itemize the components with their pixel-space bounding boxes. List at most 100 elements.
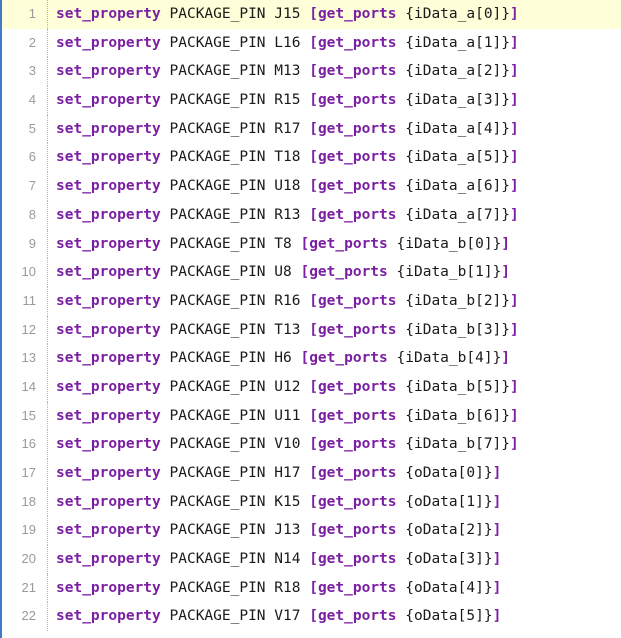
brace-close: } [483,493,493,510]
brace-open: { [405,608,414,625]
line-number: 13 [21,350,36,366]
line-code: set_property PACKAGE_PIN R13 [get_ports … [56,201,519,230]
brace-open: { [405,579,414,596]
function-keyword: get_ports [309,350,388,367]
code-line[interactable]: 19 set_property PACKAGE_PIN J13 [get_por… [2,516,621,546]
line-code: set_property PACKAGE_PIN U18 [get_ports … [56,172,519,201]
line-code: set_property PACKAGE_PIN V17 [get_ports … [56,602,501,631]
line-code: set_property PACKAGE_PIN R16 [get_ports … [56,287,519,316]
bracket-open: [ [309,149,318,166]
function-keyword: get_ports [317,321,397,338]
property-name: PACKAGE_PIN [169,292,266,309]
command-keyword: set_property [56,92,161,109]
code-line[interactable]: 1 set_property PACKAGE_PIN J15 [get_port… [2,0,621,29]
brace-close: } [483,522,493,539]
property-name: PACKAGE_PIN [169,321,266,338]
command-keyword: set_property [56,350,161,367]
command-keyword: set_property [56,178,161,195]
port-name: iData_a[0] [413,6,502,22]
property-name: PACKAGE_PIN [169,551,266,568]
bracket-open: [ [309,436,318,453]
bracket-open: [ [300,235,310,252]
pin-name: H6 [274,350,292,367]
brace-close: } [483,551,493,568]
line-number: 2 [28,34,36,50]
code-line[interactable]: 20 set_property PACKAGE_PIN N14 [get_por… [2,545,621,574]
code-line[interactable]: 22 set_property PACKAGE_PIN V17 [get_por… [2,602,621,632]
brace-close: } [492,350,502,367]
bracket-open: [ [309,178,318,195]
property-name: PACKAGE_PIN [169,120,266,137]
code-line[interactable]: 18 set_property PACKAGE_PIN K15 [get_por… [2,487,621,517]
code-line[interactable]: 5 set_property PACKAGE_PIN R17 [get_port… [2,114,621,144]
function-keyword: get_ports [317,579,397,596]
code-line[interactable]: 2 set_property PACKAGE_PIN L16 [get_port… [2,28,621,58]
port-name: oData[2] [413,522,484,539]
brace-open: { [405,321,414,338]
bracket-close: ] [492,522,502,539]
function-keyword: get_ports [317,436,397,453]
brace-open: { [405,493,414,510]
code-editor[interactable]: 1 set_property PACKAGE_PIN J15 [get_port… [0,0,621,638]
gutter-separator [47,602,48,632]
line-code: set_property PACKAGE_PIN H6 [get_ports {… [56,344,510,373]
pin-name: R16 [274,292,301,309]
line-number: 11 [22,292,37,308]
gutter-separator [47,286,48,316]
bracket-close: ] [510,292,519,309]
code-line[interactable]: 21 set_property PACKAGE_PIN R18 [get_por… [2,573,621,603]
bracket-close: ] [510,178,519,195]
function-keyword: get_ports [309,264,388,281]
brace-close: } [501,292,511,309]
line-number: 17 [21,465,36,480]
gutter-separator [47,114,48,144]
property-name: PACKAGE_PIN [169,522,266,539]
brace-open: { [396,235,406,252]
command-keyword: set_property [56,551,161,568]
line-number: 12 [21,321,36,337]
bracket-close: ] [501,235,511,252]
code-line[interactable]: 16 set_property PACKAGE_PIN V10 [get_por… [2,430,621,459]
code-line[interactable]: 6 set_property PACKAGE_PIN T18 [get_port… [2,143,621,173]
bracket-close: ] [510,206,519,223]
gutter-separator [47,516,48,546]
code-line[interactable]: 17 set_property PACKAGE_PIN H17 [get_por… [2,459,621,488]
code-line[interactable]: 10 set_property PACKAGE_PIN U8 [get_port… [2,258,621,287]
bracket-open: [ [309,493,318,510]
code-line[interactable]: 3 set_property PACKAGE_PIN M13 [get_port… [2,57,621,87]
bracket-open: [ [300,264,310,281]
bracket-open: [ [309,579,318,596]
pin-name: U18 [274,178,301,195]
function-keyword: get_ports [317,493,397,510]
code-line[interactable]: 12 set_property PACKAGE_PIN T13 [get_por… [2,315,621,345]
command-keyword: set_property [56,206,161,223]
pin-name: R18 [274,579,301,596]
code-line[interactable]: 11 set_property PACKAGE_PIN R16 [get_por… [2,286,621,316]
property-name: PACKAGE_PIN [169,608,266,625]
brace-open: { [405,92,414,109]
bracket-open: [ [309,407,318,424]
code-line[interactable]: 9 set_property PACKAGE_PIN T8 [get_ports… [2,229,621,259]
code-line[interactable]: 4 set_property PACKAGE_PIN R15 [get_port… [2,86,621,115]
port-name: iData_b[2] [413,292,502,309]
code-line[interactable]: 15 set_property PACKAGE_PIN U11 [get_por… [2,401,621,431]
port-name: iData_b[5] [413,378,502,395]
gutter-separator [47,28,48,58]
code-line[interactable]: 7 set_property PACKAGE_PIN U18 [get_port… [2,172,621,201]
line-number: 10 [21,264,36,280]
command-keyword: set_property [56,63,161,80]
bracket-close: ] [501,264,511,281]
code-line[interactable]: 14 set_property PACKAGE_PIN U12 [get_por… [2,372,621,402]
bracket-close: ] [510,321,519,338]
bracket-open: [ [309,34,318,51]
code-line[interactable]: 8 set_property PACKAGE_PIN R13 [get_port… [2,200,621,230]
code-line[interactable]: 13 set_property PACKAGE_PIN H6 [get_port… [2,344,621,373]
port-name: iData_b[7] [413,436,502,453]
line-code: set_property PACKAGE_PIN M13 [get_ports … [56,57,519,86]
brace-open: { [405,465,414,481]
function-keyword: get_ports [309,235,388,252]
line-code: set_property PACKAGE_PIN L16 [get_ports … [56,29,519,58]
brace-open: { [405,407,414,424]
port-name: iData_b[0] [405,235,493,252]
line-number: 21 [21,579,36,595]
